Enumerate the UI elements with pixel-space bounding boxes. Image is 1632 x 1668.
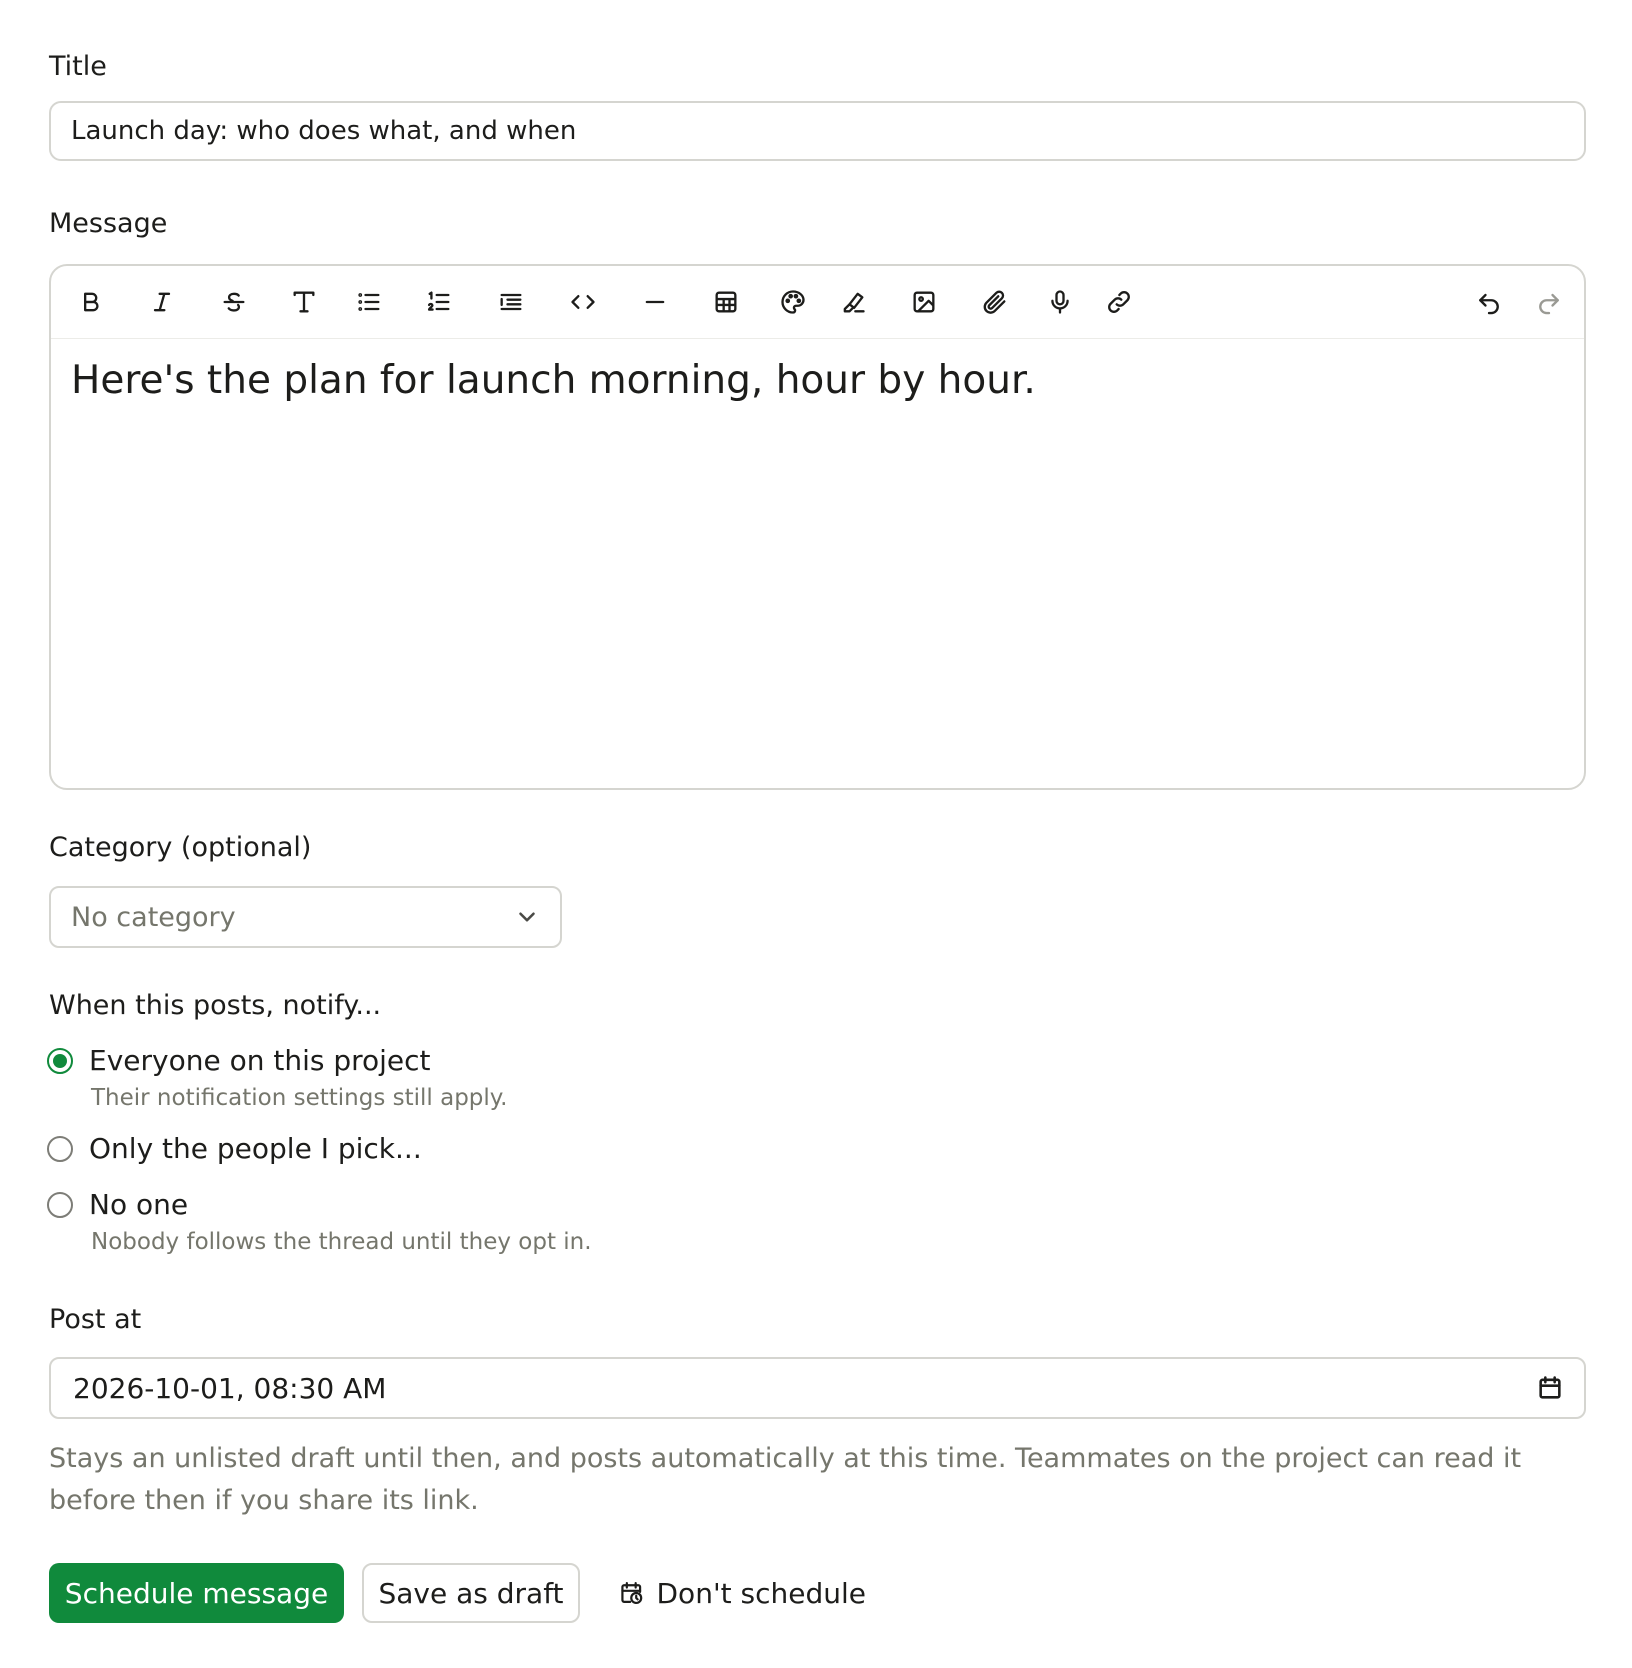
radio-hint-no-one: Nobody follows the thread until they opt…	[91, 1229, 592, 1255]
attachment-button[interactable]	[975, 282, 1015, 322]
highlighter-icon	[843, 292, 865, 313]
title-input[interactable]	[49, 101, 1586, 161]
strikethrough-button[interactable]	[214, 282, 254, 322]
indent-button[interactable]	[491, 282, 531, 322]
post-at-label: Post at	[49, 1304, 142, 1335]
radio-label-no-one: No one	[89, 1188, 189, 1221]
palette-icon	[781, 290, 805, 314]
chevron-down-icon	[519, 912, 535, 922]
radio-label-everyone: Everyone on this project	[89, 1044, 431, 1077]
link-button[interactable]	[1099, 282, 1139, 322]
table-icon	[715, 291, 737, 313]
numbered-list-button[interactable]	[419, 282, 459, 322]
radio-no-one[interactable]	[47, 1191, 73, 1218]
dont-schedule-button[interactable]: Don't schedule	[612, 1563, 872, 1623]
link-icon	[1108, 291, 1130, 313]
code-button[interactable]	[563, 282, 603, 322]
message-body[interactable]: Here's the plan for launch morning, hour…	[71, 354, 1564, 768]
save-draft-button[interactable]: Save as draft	[362, 1563, 580, 1623]
message-label: Message	[49, 208, 168, 239]
schedule-message-button[interactable]: Schedule message	[49, 1563, 344, 1623]
redo-button[interactable]	[1529, 282, 1569, 322]
editor-toolbar	[51, 266, 1584, 339]
category-selected-value: No category	[71, 901, 236, 933]
redo-icon	[1539, 293, 1559, 315]
bullet-list-button[interactable]	[349, 282, 389, 322]
radio-label-pick: Only the people I pick...	[89, 1132, 422, 1165]
bold-icon	[84, 292, 99, 312]
bullet-list-icon	[358, 293, 380, 311]
post-at-input[interactable]: 2026-10-01, 08:30 AM	[49, 1357, 1586, 1419]
undo-button[interactable]	[1469, 282, 1509, 322]
horizontal-rule-icon	[645, 300, 665, 304]
calendar-icon[interactable]	[1536, 1374, 1564, 1402]
category-select[interactable]: No category	[49, 886, 562, 948]
image-button[interactable]	[904, 282, 944, 322]
italic-button[interactable]	[142, 282, 182, 322]
numbered-list-icon	[427, 291, 450, 311]
message-editor: Here's the plan for launch morning, hour…	[49, 264, 1586, 790]
notify-label: When this posts, notify...	[49, 990, 382, 1021]
title-label: Title	[49, 51, 107, 82]
code-icon	[571, 295, 595, 309]
italic-icon	[153, 292, 171, 312]
microphone-icon	[1051, 290, 1069, 314]
horizontal-rule-button[interactable]	[635, 282, 675, 322]
highlight-button[interactable]	[833, 282, 873, 322]
category-label: Category (optional)	[49, 832, 312, 863]
radio-pick[interactable]	[47, 1135, 73, 1162]
post-at-help: Stays an unlisted draft until then, and …	[49, 1443, 1522, 1516]
paperclip-icon	[983, 290, 1006, 314]
radio-everyone[interactable]	[47, 1047, 73, 1074]
radio-hint-everyone: Their notification settings still apply.	[91, 1085, 508, 1111]
strikethrough-icon	[223, 292, 245, 312]
indent-icon	[500, 293, 522, 311]
calendar-clock-icon	[621, 1581, 643, 1605]
table-button[interactable]	[706, 282, 746, 322]
dont-schedule-label: Don't schedule	[656, 1576, 867, 1610]
voice-button[interactable]	[1040, 282, 1080, 322]
notify-option-no-one[interactable]: No one	[47, 1188, 188, 1221]
color-button[interactable]	[773, 282, 813, 322]
image-icon	[913, 291, 935, 313]
bold-button[interactable]	[71, 282, 111, 322]
heading-button[interactable]	[284, 282, 324, 322]
heading-icon	[293, 291, 315, 313]
notify-option-pick[interactable]: Only the people I pick...	[47, 1132, 422, 1165]
post-at-value: 2026-10-01, 08:30 AM	[73, 1371, 387, 1405]
notify-option-everyone[interactable]: Everyone on this project	[47, 1044, 431, 1077]
undo-icon	[1479, 293, 1499, 315]
